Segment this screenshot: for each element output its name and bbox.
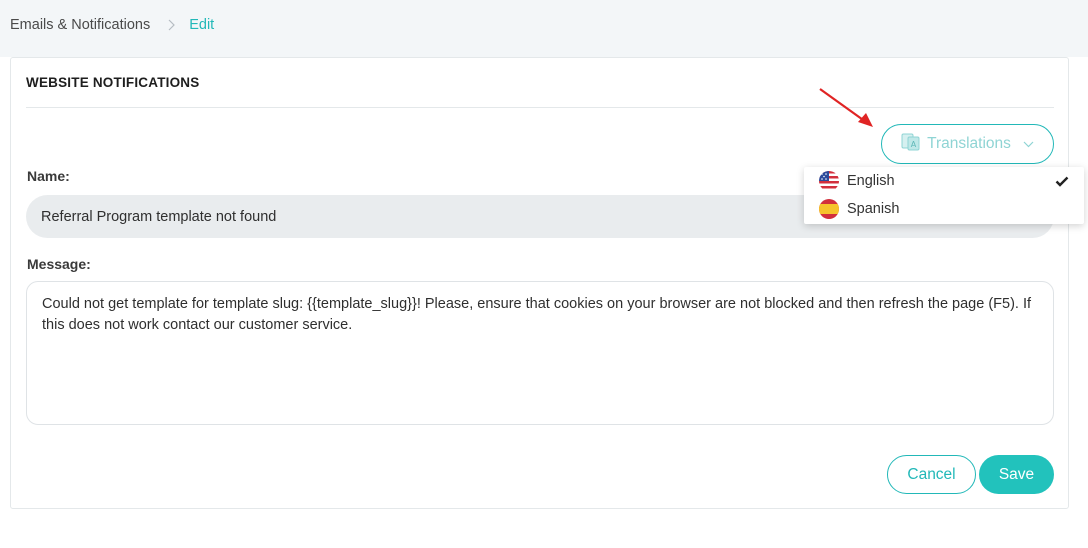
- dropdown-item-label: Spanish: [847, 201, 900, 217]
- breadcrumb-root[interactable]: Emails & Notifications: [10, 17, 150, 33]
- card-title: WEBSITE NOTIFICATIONS: [26, 75, 200, 90]
- translations-label: Translations: [927, 135, 1011, 152]
- us-flag-icon: [819, 171, 839, 195]
- dropdown-item-english[interactable]: English: [804, 167, 1084, 195]
- message-textarea[interactable]: Could not get template for template slug…: [26, 281, 1054, 425]
- breadcrumb-current[interactable]: Edit: [189, 17, 214, 33]
- top-bar: Emails & Notifications Edit: [0, 0, 1088, 57]
- translate-icon: A: [901, 132, 921, 157]
- cancel-button[interactable]: Cancel: [887, 455, 976, 494]
- message-label: Message:: [27, 256, 91, 272]
- spain-flag-icon: [819, 199, 839, 223]
- save-button[interactable]: Save: [979, 455, 1054, 494]
- breadcrumb: Emails & Notifications Edit: [10, 16, 214, 34]
- translations-dropdown-button[interactable]: A Translations: [881, 124, 1054, 164]
- checkmark-icon: [1055, 175, 1069, 191]
- website-notifications-card: WEBSITE NOTIFICATIONS A Translations Nam…: [10, 57, 1069, 509]
- svg-text:A: A: [911, 140, 917, 149]
- name-label: Name:: [27, 168, 70, 184]
- name-input-value: Referral Program template not found: [41, 208, 277, 225]
- chevron-right-icon: [168, 19, 176, 31]
- dropdown-item-spanish[interactable]: Spanish: [804, 195, 1084, 223]
- divider: [26, 107, 1054, 108]
- chevron-down-icon: [1023, 141, 1034, 148]
- annotation-arrow-icon: [819, 88, 873, 127]
- dropdown-item-label: English: [847, 173, 895, 189]
- translations-dropdown-menu: English Spanish: [804, 167, 1084, 224]
